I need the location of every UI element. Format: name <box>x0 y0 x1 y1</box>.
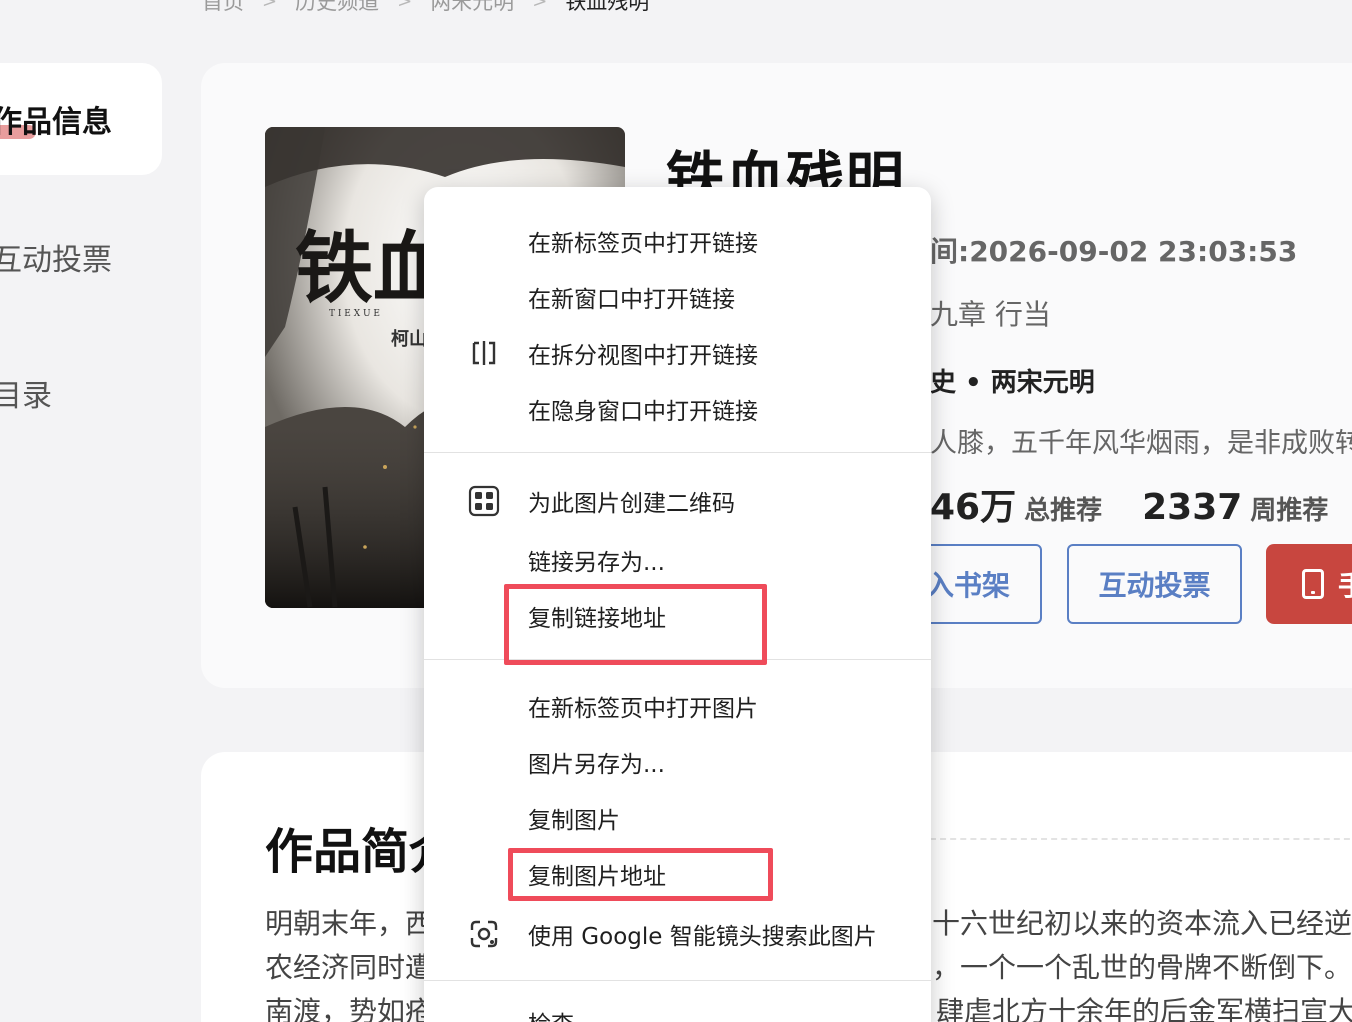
mobile-read-label: 手 <box>1337 569 1352 602</box>
book-category[interactable]: 史 • 两宋元明 <box>930 362 1095 399</box>
chevron-right-icon: > <box>262 0 278 12</box>
sidebar-item-label: 目录 <box>0 379 52 414</box>
highlight-copy-link-address <box>504 584 767 665</box>
menu-item-label: 复制图片 <box>528 808 620 834</box>
menu-open-link-incognito[interactable]: 在隐身窗口中打开链接 <box>424 386 931 432</box>
total-recommend-label: 总推荐 <box>1024 496 1103 526</box>
menu-item-label: 检查 <box>528 1005 574 1022</box>
breadcrumb-current: 铁血残明 <box>565 0 650 14</box>
menu-copy-image[interactable]: 复制图片 <box>424 795 931 841</box>
menu-open-link-new-tab[interactable]: 在新标签页中打开链接 <box>424 218 931 264</box>
chevron-right-icon: > <box>532 0 548 12</box>
total-recommend-value: 46万 <box>930 487 1017 528</box>
intro-line-2-right: ，一个一个乱世的骨牌不断倒下。 <box>932 951 1352 984</box>
sidebar-item-book-info[interactable]: 作品信息 <box>0 63 162 175</box>
update-time: 间:2026-09-02 23:03:53 <box>930 235 1298 268</box>
tablet-icon <box>1302 569 1324 599</box>
weekly-recommend-value: 2337 <box>1142 487 1243 528</box>
latest-chapter-link[interactable]: 九章 行当 <box>930 293 1051 333</box>
menu-search-image-google-lens[interactable]: 使用 Google 智能镜头搜索此图片 <box>424 911 931 957</box>
google-lens-icon <box>468 918 500 950</box>
breadcrumb-home[interactable]: 首页 <box>202 0 244 16</box>
menu-inspect[interactable]: 检查 <box>424 999 931 1022</box>
chevron-right-icon: > <box>397 0 413 12</box>
menu-item-label: 在拆分视图中打开链接 <box>528 343 758 369</box>
cover-pinyin-text: T I E X U E <box>329 309 380 319</box>
qr-code-icon <box>468 485 500 517</box>
menu-item-label: 在隐身窗口中打开链接 <box>528 399 758 425</box>
sidebar-item-catalog[interactable]: 目录 <box>0 337 162 449</box>
menu-separator <box>424 452 931 453</box>
menu-item-label: 使用 Google 智能镜头搜索此图片 <box>528 924 877 950</box>
sidebar-item-vote[interactable]: 互动投票 <box>0 201 162 313</box>
menu-open-link-split-view[interactable]: 在拆分视图中打开链接 <box>424 330 931 376</box>
side-navigation: 作品信息 互动投票 目录 <box>0 63 162 449</box>
mobile-read-button[interactable]: 手 <box>1266 544 1352 624</box>
recommend-stats: 46万 总推荐 2337 周推荐 <box>930 478 1328 530</box>
menu-open-image-new-tab[interactable]: 在新标签页中打开图片 <box>424 683 931 729</box>
intro-line-1-right: 十六世纪初以来的资本流入已经逆转 <box>932 907 1352 940</box>
breadcrumb-history-channel[interactable]: 历史频道 <box>295 0 379 16</box>
menu-open-link-new-window[interactable]: 在新窗口中打开链接 <box>424 274 931 320</box>
menu-item-label: 在新标签页中打开图片 <box>528 696 758 722</box>
sidebar-item-label: 互动投票 <box>0 243 112 278</box>
breadcrumb: 首页 > 历史频道 > 两宋元明 > 铁血残明 <box>202 0 649 16</box>
weekly-recommend-label: 周推荐 <box>1250 496 1329 526</box>
menu-item-label: 在新窗口中打开链接 <box>528 287 735 313</box>
menu-separator <box>424 980 931 981</box>
menu-save-image-as[interactable]: 图片另存为... <box>424 739 931 785</box>
intro-line-2-left: 农经济同时遭 <box>265 951 434 984</box>
menu-item-label: 链接另存为... <box>528 550 665 576</box>
split-view-icon <box>468 337 500 369</box>
breadcrumb-category[interactable]: 两宋元明 <box>430 0 514 16</box>
menu-create-qr-code[interactable]: 为此图片创建二维码 <box>424 478 931 524</box>
vote-button[interactable]: 互动投票 <box>1067 544 1242 624</box>
menu-item-label: 为此图片创建二维码 <box>528 491 735 517</box>
intro-line-1-left: 明朝末年，西 <box>265 907 434 940</box>
add-to-shelf-label: 入书架 <box>925 569 1010 602</box>
sidebar-item-label: 作品信息 <box>0 105 112 140</box>
menu-save-link-as[interactable]: 链接另存为... <box>424 537 931 583</box>
highlight-copy-image-address <box>508 848 773 901</box>
intro-line-3-right: 肆虐北方十余年的后金军横扫宣大 <box>936 995 1352 1022</box>
menu-item-label: 图片另存为... <box>528 752 665 778</box>
cover-author-text: 柯山 <box>391 328 427 350</box>
vote-button-label: 互动投票 <box>1098 569 1211 602</box>
menu-item-label: 在新标签页中打开链接 <box>528 231 758 257</box>
book-tagline: 人膝，五千年风华烟雨，是非成败转 <box>930 428 1352 459</box>
divider <box>930 838 1352 840</box>
intro-line-3-left: 南渡，势如疮 <box>265 995 434 1022</box>
